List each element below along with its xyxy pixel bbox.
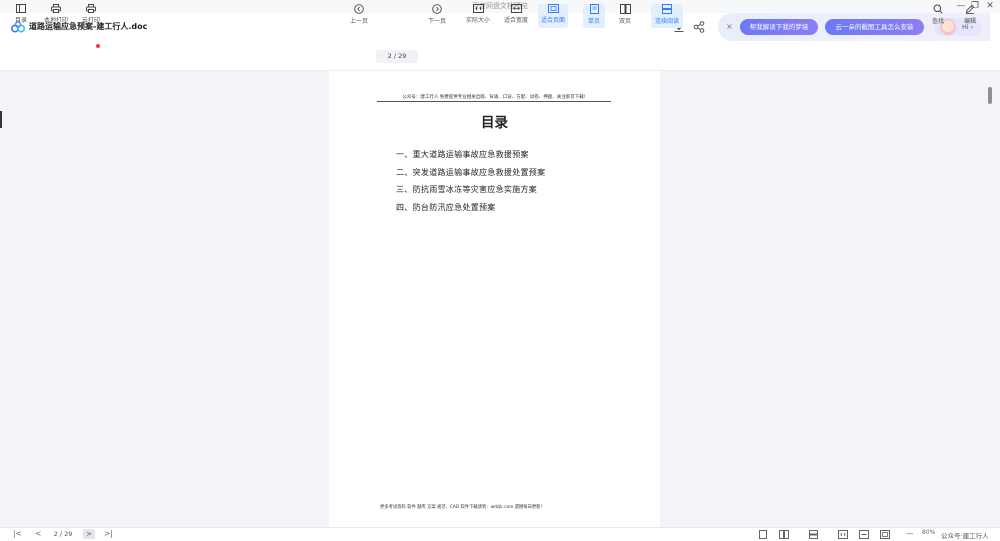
toc-button[interactable]: 目录: [12, 4, 30, 28]
page-title: 目录: [481, 115, 508, 131]
search-icon: [933, 4, 943, 14]
local-print-label: 本地打印: [43, 17, 68, 24]
pencil-icon: [965, 4, 975, 14]
bottom-page-indicator[interactable]: 2 / 29: [47, 529, 79, 539]
page-header-rule: [377, 101, 611, 102]
page-header-text: 公众号：建工行人 免费提供专业相关出版、背诵、口诀、方配、试卷、押题、关注即可下…: [402, 95, 586, 100]
ai-suggestion-dream[interactable]: 帮我解读下我的梦境: [740, 19, 818, 35]
fit-page-button[interactable]: 适合页面: [538, 4, 568, 28]
cloud-printer-icon: [86, 4, 96, 13]
sidebar-icon: [16, 4, 26, 13]
double-page-label: 双页: [618, 18, 631, 25]
zoom-level[interactable]: 80%: [922, 529, 935, 536]
share-icon[interactable]: [692, 20, 706, 34]
window-title-bar: 百度网盘文档预览 — ❐ ✕: [0, 0, 1000, 13]
prev-circle-icon: [354, 4, 364, 14]
single-page-icon: [589, 4, 599, 14]
toc-label: 目录: [14, 17, 27, 24]
prev-page-button[interactable]: 上一页: [348, 4, 370, 28]
toc-list: 一、重大道路运输事故应急救援预案 二、突发道路运输事故应急救援处置预案 三、防抗…: [396, 148, 545, 218]
actual-size-label: 实际大小: [465, 17, 490, 24]
edit-label: 编辑: [963, 18, 976, 25]
search-label: 查找: [931, 18, 944, 25]
first-page-icon[interactable]: |<: [13, 529, 22, 539]
single-page-mode-icon[interactable]: [759, 530, 767, 539]
ai-suggestion-screenshot-tool[interactable]: 云一朵的截图工具怎么安装: [825, 19, 924, 35]
fit-width-label: 适合宽度: [503, 17, 528, 24]
double-page-icon: [619, 4, 631, 14]
last-page-icon[interactable]: >|: [104, 529, 113, 539]
local-print-button[interactable]: 本地打印: [42, 4, 70, 28]
next-page-small-button[interactable]: >: [83, 529, 95, 539]
printer-icon: [51, 4, 61, 13]
toc-item[interactable]: 三、防抗雨雪冰冻等灾害应急实施方案: [396, 183, 545, 201]
document-page: [329, 71, 660, 527]
toc-item[interactable]: 一、重大道路运输事故应急救援预案: [396, 148, 545, 166]
continuous-mode-icon[interactable]: [809, 530, 818, 539]
continuous-icon: [662, 4, 672, 14]
window-title: 百度网盘文档预览: [472, 2, 528, 10]
fit-page-label: 适合页面: [540, 17, 565, 24]
fit-width-small-icon[interactable]: [859, 530, 869, 539]
search-button[interactable]: 查找: [930, 4, 946, 28]
next-page-label: 下一页: [427, 18, 446, 25]
zoom-out-button[interactable]: —: [906, 529, 914, 539]
fit-page-small-icon[interactable]: [880, 530, 890, 539]
continuous-reading-button[interactable]: 连续阅读: [651, 4, 683, 28]
scrollbar-thumb[interactable]: [988, 87, 992, 104]
double-page-button[interactable]: 双页: [614, 4, 636, 28]
close-window-button[interactable]: ✕: [981, 0, 999, 13]
vertical-scrollbar[interactable]: [986, 71, 1000, 527]
viewer-toolbar: [0, 42, 1000, 71]
cloud-print-button[interactable]: 云打印: [80, 4, 102, 28]
page-footer-text: 更多考试资料 软件 题库 方案 规范、CAD 软件下载请到：wdzjk.com …: [380, 505, 545, 510]
fit-width-icon: [510, 4, 522, 13]
left-empty-pane: [0, 71, 329, 527]
toc-item[interactable]: 二、突发道路运输事故应急救援处置预案: [396, 166, 545, 184]
toc-item[interactable]: 四、防台防汛应急处置预案: [396, 201, 545, 219]
single-page-button[interactable]: 单页: [583, 4, 605, 28]
page-number-input[interactable]: 2 / 29: [376, 50, 418, 63]
actual-size-small-icon[interactable]: [838, 530, 848, 539]
edit-button[interactable]: 编辑: [962, 4, 978, 28]
single-page-label: 单页: [587, 18, 600, 25]
prev-page-icon[interactable]: <: [35, 529, 41, 539]
actual-size-icon: [472, 4, 484, 13]
watermark-text: 公众号·建工行人: [941, 532, 989, 540]
ai-bar-close-icon[interactable]: ×: [726, 22, 733, 31]
fit-width-button[interactable]: 适合宽度: [502, 4, 530, 28]
double-page-mode-icon[interactable]: [779, 530, 789, 539]
next-page-button[interactable]: 下一页: [426, 4, 448, 28]
next-circle-icon: [432, 4, 442, 14]
left-edge-indicator: [0, 111, 2, 128]
actual-size-button[interactable]: 实际大小: [464, 4, 492, 28]
prev-page-label: 上一页: [349, 18, 368, 25]
notification-badge: [96, 44, 100, 48]
bottom-bar: [0, 527, 1000, 541]
fit-page-icon: [547, 4, 559, 13]
cloud-print-label: 云打印: [81, 17, 100, 24]
continuous-reading-label: 连续阅读: [654, 18, 679, 25]
